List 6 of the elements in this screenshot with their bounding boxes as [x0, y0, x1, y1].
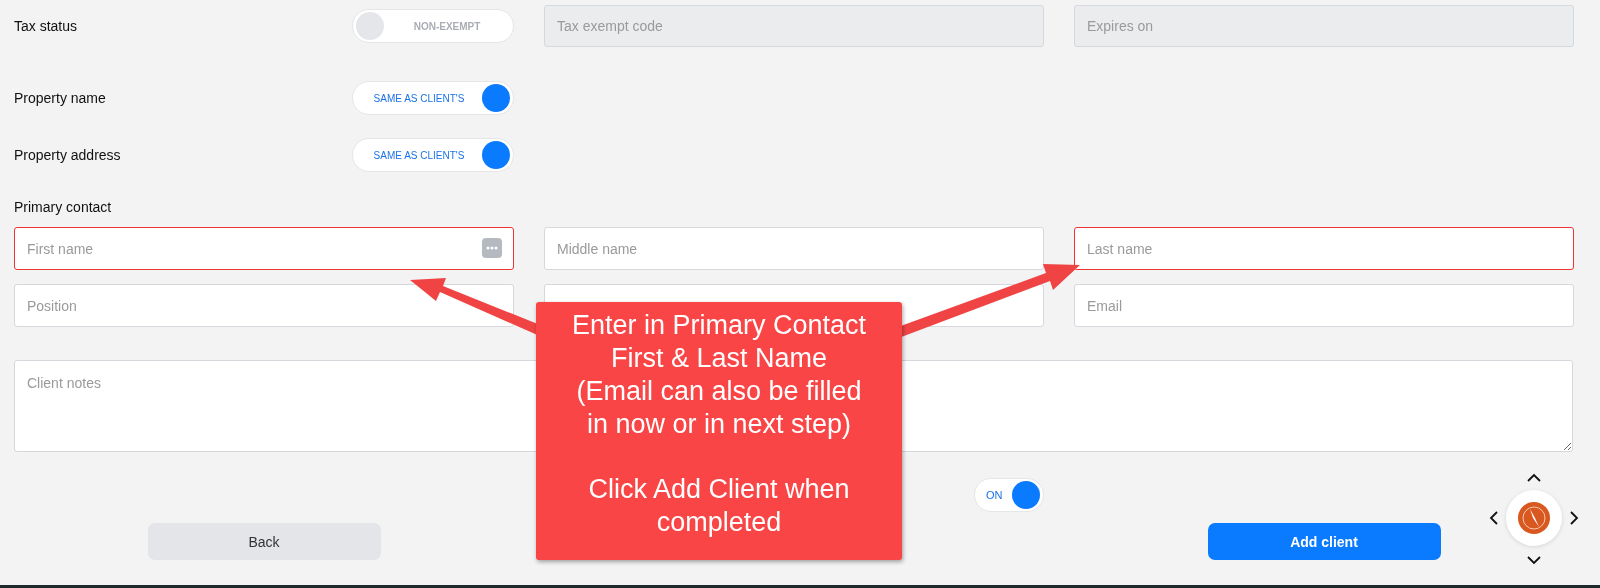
callout-text: Click Add Client when completed [588, 473, 850, 539]
field-label: Property name [14, 90, 106, 106]
section-label: Primary contact [14, 199, 112, 215]
field-label: Tax status [14, 18, 78, 34]
callout-text: Enter in Primary Contact First & Last Name (Email can also be filled in now or in next step) [571, 309, 867, 441]
field-label: Property address [14, 147, 121, 163]
